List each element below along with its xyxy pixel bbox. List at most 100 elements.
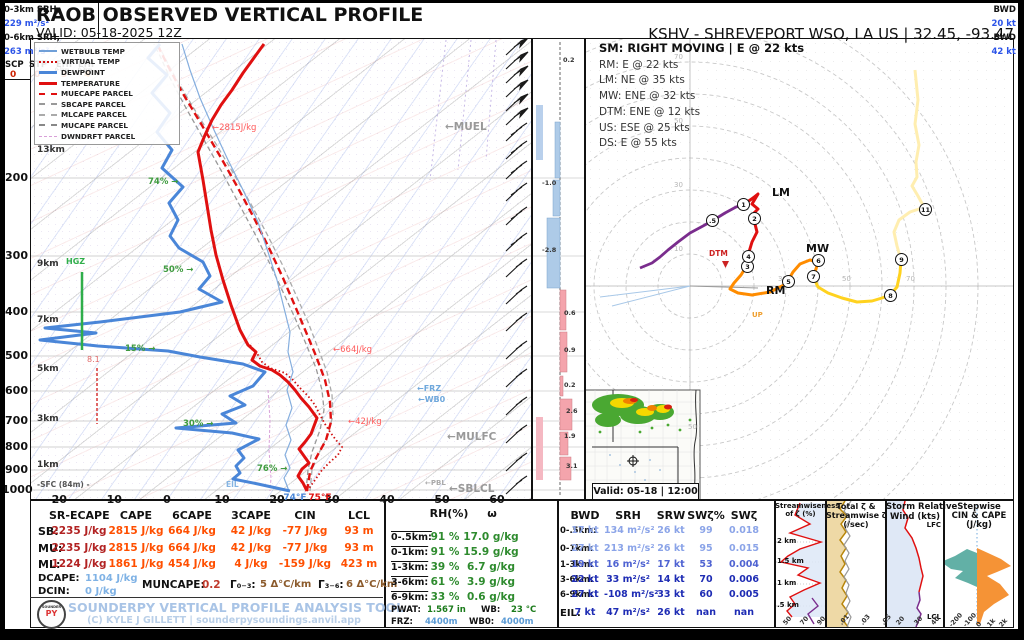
thermo-table: SR-ECAPE CAPE 6CAPE 3CAPE CIN LCL SB: 22…	[30, 500, 405, 629]
cape3-annotation: ←42J/kg	[348, 417, 382, 427]
rh-value: 91 %	[430, 546, 460, 558]
lfc-label: LFC	[926, 521, 941, 529]
table-cell: 423 m	[340, 558, 378, 570]
layer-label: 6-9km:	[391, 592, 429, 603]
hodo-point-marker: 8	[884, 289, 897, 302]
table-cell: 0.006	[728, 574, 760, 585]
w-value: 3.9 g/kg	[466, 576, 516, 588]
omega-value: 1.9	[564, 432, 576, 440]
col-header: SRW	[656, 509, 686, 522]
table-cell: -159 J/kg	[278, 558, 332, 570]
frame-left-edge	[0, 0, 5, 640]
lapse-annotation: 8.1	[87, 355, 100, 364]
panel-title: Streamwiseness	[775, 502, 840, 510]
dcin-label: DCIN:	[38, 586, 70, 597]
moisture-table: RH(%) ω 0-.5km: 91 % 17.0 g/kg 0-1km: 91…	[385, 500, 558, 628]
panel-title: of ζ (%)	[785, 510, 816, 518]
brand-title: SOUNDERPY VERTICAL PROFILE ANALYSIS TOOL	[68, 600, 405, 615]
w-value: 15.9 g/kg	[463, 546, 519, 558]
table-cell: -77 J/kg	[282, 542, 328, 554]
motion-line: MW: ENE @ 32 kts	[599, 90, 696, 103]
dtm-label: DTM	[709, 249, 728, 258]
muecape-line-sample	[39, 92, 57, 95]
sounderpy-logo: SOUNDER PY	[37, 600, 66, 629]
table-cell: 2815 J/kg	[108, 525, 164, 537]
col-header: SRH	[615, 509, 641, 522]
table-cell: 17 kt	[571, 525, 599, 536]
wetbulb-line-sample	[39, 50, 57, 53]
omega-value: 0.2	[563, 56, 575, 64]
inflow-marker-pink	[536, 417, 543, 480]
rh-label: 50% →	[163, 265, 194, 275]
mlcape-line-sample	[39, 113, 57, 116]
frz-label: FRZ:	[391, 617, 413, 627]
lapse03-value: 5 Δ°C/km	[260, 579, 312, 590]
rh-value: 61 %	[430, 576, 460, 588]
skewt-legend: WETBULB TEMP VIRTUAL TEMP DEWPOINT TEMPE…	[34, 42, 180, 146]
ring-label: 70	[906, 275, 915, 283]
motion-line: DTM: ENE @ 12 kts	[599, 105, 701, 118]
table-cell: 664 J/kg	[168, 525, 216, 537]
mw-label: MW	[806, 242, 830, 255]
muel-annotation: ←MUEL	[445, 121, 487, 133]
x-tick: .01	[837, 612, 851, 627]
frame-right-edge	[1018, 0, 1024, 640]
rh-value: 39 %	[430, 561, 460, 573]
pressure-tick: 700	[5, 414, 28, 427]
table-cell: 27 kt	[571, 589, 599, 600]
pressure-tick: 800	[5, 440, 28, 453]
rh-label: 15% →	[125, 344, 156, 354]
col-header: CIN	[294, 509, 316, 522]
dcape-value: 1104 J/kg	[85, 573, 138, 584]
omega-header: ω	[487, 507, 497, 520]
panel-title: Total ζ &	[836, 502, 876, 511]
x-tick: 30	[912, 614, 925, 627]
hodo-point-marker: 4	[742, 250, 755, 263]
x-tick: 70	[798, 614, 811, 627]
panel-title: (/sec)	[843, 520, 869, 529]
table-cell: 664 J/kg	[168, 542, 216, 554]
up-label: UP	[752, 311, 763, 319]
wb0-label: WB0:	[469, 617, 495, 627]
wb0-annotation: ←WB0	[418, 395, 446, 404]
footer-divider	[30, 597, 383, 598]
table-cell: -108 m²/s²	[604, 589, 659, 600]
hodo-point-marker: .5	[706, 214, 719, 227]
table-cell: 26 kt	[657, 607, 685, 618]
pbl-annotation: ←PBL	[425, 479, 446, 487]
w-value: 0.6 g/kg	[466, 591, 516, 603]
height-tick: 5km	[37, 364, 59, 374]
dcape-label: DCAPE:	[38, 573, 80, 584]
x-tick: 1k	[985, 616, 998, 629]
legend-label: VIRTUAL TEMP	[61, 57, 120, 67]
wind-barbs	[505, 39, 529, 495]
lm-label: LM	[772, 186, 790, 199]
table-cell: 22 kt	[571, 574, 599, 585]
height-tick: 9km	[37, 259, 59, 269]
y-tick: .5 km	[777, 601, 799, 609]
inflow-marker-blue	[536, 105, 543, 160]
sr-wind-vectors	[599, 285, 691, 307]
height-tick: 13km	[37, 145, 65, 155]
table-cell: 454 J/kg	[168, 558, 216, 570]
hodo-point-marker: 11	[919, 203, 932, 216]
virtual-temp-line-sample	[39, 60, 57, 63]
raob-profile-figure: RAOB OBSERVED VERTICAL PROFILE VALID: 05…	[0, 0, 1024, 640]
dewpoint-line-sample	[39, 70, 57, 74]
x-tick: -200	[947, 611, 965, 629]
layer-label: 3-6km:	[391, 577, 429, 588]
table-cell: 4 J/kg	[234, 558, 268, 570]
page-title: RAOB OBSERVED VERTICAL PROFILE	[36, 4, 424, 26]
legend-label: DEWPOINT	[61, 67, 105, 77]
pwat-value: 1.567 in	[427, 605, 466, 615]
col-header: CAPE	[119, 509, 153, 522]
table-cell: 53	[699, 559, 713, 570]
mulfc-annotation: ←MULFC	[447, 431, 497, 443]
dcin-value: 0 J/kg	[85, 586, 117, 597]
motion-line: RM: E @ 22 kts	[599, 58, 679, 71]
station-title: KSHV - SHREVEPORT WSO, LA US | 32.45, -9…	[648, 25, 1014, 43]
y-tick: 1 km	[777, 579, 797, 587]
motion-line: DS: E @ 55 kts	[599, 137, 677, 150]
rh-value: 91 %	[430, 531, 460, 543]
panel-title: (J/kg)	[966, 520, 992, 530]
